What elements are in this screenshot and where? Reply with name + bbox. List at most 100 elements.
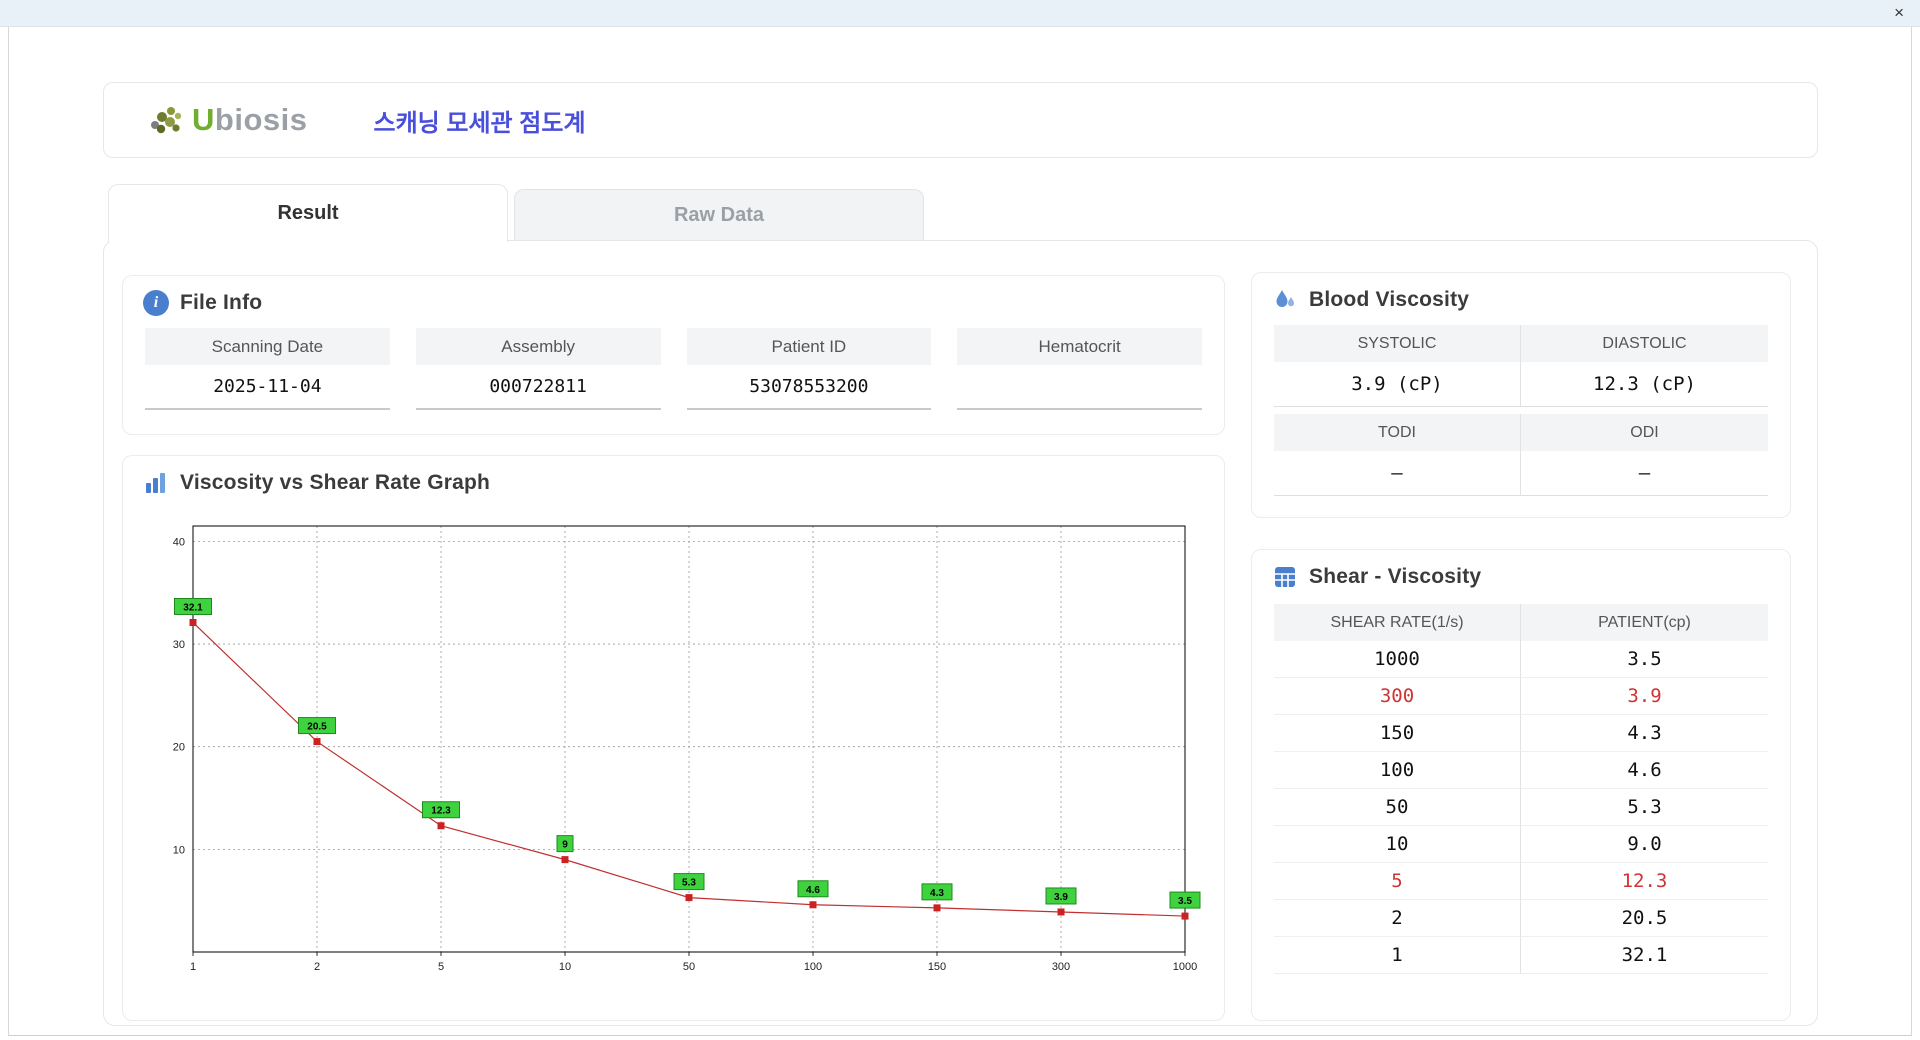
svg-text:9: 9 bbox=[562, 840, 568, 851]
field-hematocrit: Hematocrit bbox=[957, 328, 1202, 410]
patient-cell: 4.3 bbox=[1521, 715, 1768, 752]
field-label: Assembly bbox=[415, 328, 661, 365]
shear-viscosity-table: SHEAR RATE(1/s) PATIENT(cp) 1000 3.5 300… bbox=[1274, 604, 1768, 974]
table-header-row: SHEAR RATE(1/s) PATIENT(cp) bbox=[1274, 604, 1768, 641]
patient-cell: 3.9 bbox=[1521, 678, 1768, 715]
logo-text-u: U bbox=[192, 102, 215, 137]
todi-value: – bbox=[1274, 451, 1521, 496]
viscosity-chart: 1 2 5 10 50 100 150 300 1000 10 20 30 40 32.1 20.5 12.3… bbox=[143, 510, 1204, 1005]
field-value: 000722811 bbox=[415, 365, 661, 410]
shear-rate-cell: 300 bbox=[1274, 678, 1521, 715]
systolic-value: 3.9 (cP) bbox=[1274, 362, 1521, 407]
shear-rate-cell: 5 bbox=[1274, 863, 1521, 900]
column-header-shear-rate: SHEAR RATE(1/s) bbox=[1274, 604, 1521, 641]
table-row: 1 32.1 bbox=[1274, 937, 1768, 974]
blood-viscosity-todi-odi: TODI ODI – – bbox=[1274, 414, 1768, 496]
graph-title: Viscosity vs Shear Rate Graph bbox=[180, 471, 491, 494]
tab-raw-data[interactable]: Raw Data bbox=[514, 189, 924, 240]
field-value: 2025-11-04 bbox=[145, 365, 390, 410]
file-info-title: File Info bbox=[180, 291, 263, 314]
svg-text:50: 50 bbox=[683, 961, 695, 973]
svg-text:20.5: 20.5 bbox=[307, 722, 327, 733]
field-scanning-date: Scanning Date 2025-11-04 bbox=[145, 328, 390, 410]
patient-cell: 9.0 bbox=[1521, 826, 1768, 863]
field-label: Patient ID bbox=[686, 328, 932, 365]
table-row: 1000 3.5 bbox=[1274, 641, 1768, 678]
shear-viscosity-title: Shear - Viscosity bbox=[1309, 565, 1482, 588]
table-row: 2 20.5 bbox=[1274, 900, 1768, 937]
file-info-card: i File Info Scanning Date 2025-11-04 Ass… bbox=[122, 275, 1225, 435]
blood-viscosity-card: Blood Viscosity SYSTOLIC DIASTOLIC 3.9 (… bbox=[1251, 272, 1791, 518]
todi-label: TODI bbox=[1274, 414, 1521, 451]
field-assembly: Assembly 000722811 bbox=[415, 328, 661, 410]
close-icon[interactable]: × bbox=[1894, 3, 1904, 23]
table-icon bbox=[1272, 564, 1298, 590]
file-info-fields: Scanning Date 2025-11-04 Assembly 000722… bbox=[123, 326, 1224, 410]
field-label: Hematocrit bbox=[957, 328, 1202, 365]
svg-text:2: 2 bbox=[314, 961, 320, 973]
shear-rate-cell: 10 bbox=[1274, 826, 1521, 863]
shear-viscosity-card: Shear - Viscosity SHEAR RATE(1/s) PATIEN… bbox=[1251, 549, 1791, 1021]
field-label: Scanning Date bbox=[145, 328, 390, 365]
field-patient-id: Patient ID 53078553200 bbox=[686, 328, 932, 410]
table-row: 150 4.3 bbox=[1274, 715, 1768, 752]
blood-viscosity-systolic-diastolic: SYSTOLIC DIASTOLIC 3.9 (cP) 12.3 (cP) bbox=[1274, 325, 1768, 407]
header-card: Ubiosis 스캐닝 모세관 점도계 bbox=[103, 82, 1818, 158]
patient-cell: 12.3 bbox=[1521, 863, 1768, 900]
svg-text:1000: 1000 bbox=[1173, 961, 1197, 973]
table-row: 100 4.6 bbox=[1274, 752, 1768, 789]
table-row: 10 9.0 bbox=[1274, 826, 1768, 863]
svg-text:5.3: 5.3 bbox=[682, 878, 696, 889]
svg-text:1: 1 bbox=[190, 961, 196, 973]
svg-text:100: 100 bbox=[804, 961, 822, 973]
svg-text:30: 30 bbox=[173, 639, 185, 651]
patient-cell: 20.5 bbox=[1521, 900, 1768, 937]
blood-viscosity-title: Blood Viscosity bbox=[1309, 288, 1470, 311]
shear-rate-cell: 50 bbox=[1274, 789, 1521, 826]
patient-cell: 3.5 bbox=[1521, 641, 1768, 678]
table-row: 5 12.3 bbox=[1274, 863, 1768, 900]
systolic-label: SYSTOLIC bbox=[1274, 325, 1521, 362]
logo: Ubiosis bbox=[146, 102, 307, 138]
bar-chart-icon bbox=[143, 470, 169, 496]
svg-text:10: 10 bbox=[173, 844, 185, 856]
svg-text:150: 150 bbox=[928, 961, 946, 973]
tab-result[interactable]: Result bbox=[108, 184, 508, 242]
app-title: 스캐닝 모세관 점도계 bbox=[373, 109, 586, 137]
diastolic-label: DIASTOLIC bbox=[1521, 325, 1768, 362]
diastolic-value: 12.3 (cP) bbox=[1521, 362, 1768, 407]
svg-text:32.1: 32.1 bbox=[183, 602, 203, 613]
patient-cell: 4.6 bbox=[1521, 752, 1768, 789]
svg-text:10: 10 bbox=[559, 961, 571, 973]
odi-label: ODI bbox=[1521, 414, 1768, 451]
logo-text-rest: biosis bbox=[214, 102, 308, 137]
titlebar: × bbox=[0, 0, 1920, 27]
patient-cell: 5.3 bbox=[1521, 789, 1768, 826]
shear-rate-cell: 150 bbox=[1274, 715, 1521, 752]
viscosity-chart-svg: 1 2 5 10 50 100 150 300 1000 10 20 30 40 32.1 20.5 12.3… bbox=[173, 525, 1201, 973]
odi-value: – bbox=[1521, 451, 1768, 496]
droplet-icon bbox=[1272, 287, 1298, 313]
column-header-patient: PATIENT(cp) bbox=[1521, 604, 1768, 641]
svg-text:5: 5 bbox=[438, 961, 444, 973]
svg-text:4.6: 4.6 bbox=[806, 885, 820, 896]
shear-rate-cell: 2 bbox=[1274, 900, 1521, 937]
field-value bbox=[957, 365, 1202, 410]
logo-leaf-icon bbox=[146, 102, 184, 138]
viscosity-graph-card: Viscosity vs Shear Rate Graph 1 2 5 10 50 100… bbox=[122, 455, 1225, 1021]
svg-text:3.5: 3.5 bbox=[1178, 896, 1192, 907]
svg-text:3.9: 3.9 bbox=[1054, 892, 1068, 903]
svg-text:300: 300 bbox=[1052, 961, 1070, 973]
shear-rate-cell: 100 bbox=[1274, 752, 1521, 789]
table-row: 50 5.3 bbox=[1274, 789, 1768, 826]
svg-text:20: 20 bbox=[173, 742, 185, 754]
svg-text:4.3: 4.3 bbox=[930, 888, 944, 899]
svg-text:40: 40 bbox=[173, 536, 185, 548]
info-icon: i bbox=[143, 290, 169, 316]
shear-rate-cell: 1000 bbox=[1274, 641, 1521, 678]
svg-text:12.3: 12.3 bbox=[431, 806, 451, 817]
shear-rate-cell: 1 bbox=[1274, 937, 1521, 974]
patient-cell: 32.1 bbox=[1521, 937, 1768, 974]
logo-text: Ubiosis bbox=[192, 102, 307, 138]
table-row: 300 3.9 bbox=[1274, 678, 1768, 715]
